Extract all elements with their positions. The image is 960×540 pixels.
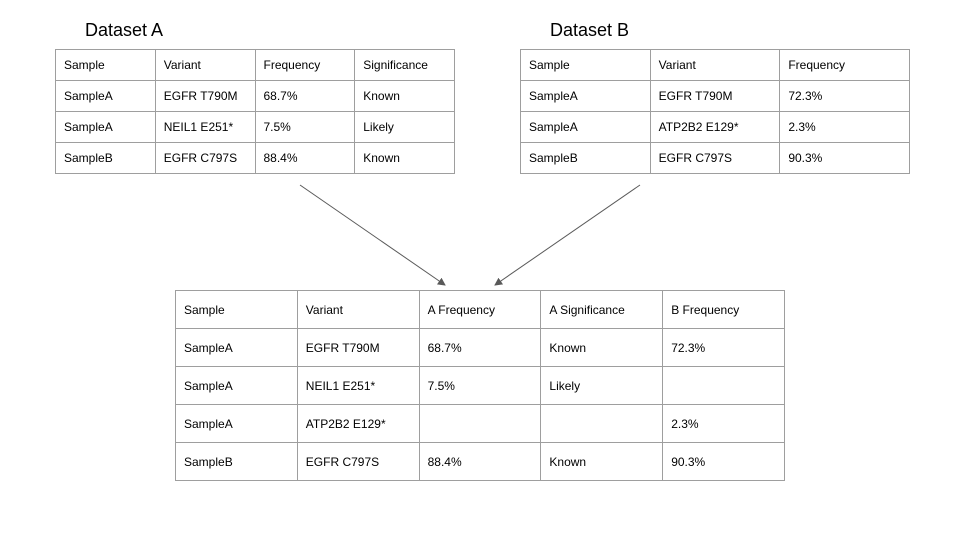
table-row: Sample Variant Frequency (521, 50, 910, 81)
cell: 7.5% (419, 367, 541, 405)
cell: 68.7% (255, 81, 355, 112)
cell: 72.3% (780, 81, 910, 112)
col-header: Variant (297, 291, 419, 329)
cell: Known (355, 143, 455, 174)
table-row: SampleA ATP2B2 E129* 2.3% (176, 405, 785, 443)
col-header: B Frequency (663, 291, 785, 329)
cell: Likely (355, 112, 455, 143)
cell: SampleA (521, 112, 651, 143)
col-header: Frequency (780, 50, 910, 81)
table-row: Sample Variant A Frequency A Significanc… (176, 291, 785, 329)
cell: SampleA (521, 81, 651, 112)
cell: 88.4% (419, 443, 541, 481)
merged-block: Sample Variant A Frequency A Significanc… (175, 290, 785, 481)
cell: EGFR T790M (155, 81, 255, 112)
table-row: SampleA EGFR T790M 72.3% (521, 81, 910, 112)
merged-table: Sample Variant A Frequency A Significanc… (175, 290, 785, 481)
cell: EGFR C797S (650, 143, 780, 174)
table-row: SampleA ATP2B2 E129* 2.3% (521, 112, 910, 143)
cell (663, 367, 785, 405)
table-row: SampleB EGFR C797S 88.4% Known 90.3% (176, 443, 785, 481)
cell: SampleB (56, 143, 156, 174)
table-row: SampleB EGFR C797S 88.4% Known (56, 143, 455, 174)
table-row: SampleB EGFR C797S 90.3% (521, 143, 910, 174)
table-row: Sample Variant Frequency Significance (56, 50, 455, 81)
dataset-b-table: Sample Variant Frequency SampleA EGFR T7… (520, 49, 910, 174)
cell: 2.3% (780, 112, 910, 143)
cell: SampleA (56, 81, 156, 112)
col-header: Sample (521, 50, 651, 81)
cell: ATP2B2 E129* (297, 405, 419, 443)
table-row: SampleA NEIL1 E251* 7.5% Likely (56, 112, 455, 143)
cell (419, 405, 541, 443)
cell: 72.3% (663, 329, 785, 367)
dataset-a-title: Dataset A (85, 20, 455, 41)
cell: EGFR T790M (650, 81, 780, 112)
cell: SampleB (176, 443, 298, 481)
col-header: Significance (355, 50, 455, 81)
cell: 68.7% (419, 329, 541, 367)
cell: EGFR T790M (297, 329, 419, 367)
cell: SampleA (176, 405, 298, 443)
dataset-a-block: Dataset A Sample Variant Frequency Signi… (55, 20, 455, 174)
cell: NEIL1 E251* (297, 367, 419, 405)
table-row: SampleA NEIL1 E251* 7.5% Likely (176, 367, 785, 405)
col-header: Variant (650, 50, 780, 81)
cell: Known (541, 329, 663, 367)
cell: 2.3% (663, 405, 785, 443)
table-row: SampleA EGFR T790M 68.7% Known (56, 81, 455, 112)
cell: 88.4% (255, 143, 355, 174)
cell: 7.5% (255, 112, 355, 143)
dataset-b-title: Dataset B (550, 20, 910, 41)
cell: ATP2B2 E129* (650, 112, 780, 143)
cell: 90.3% (780, 143, 910, 174)
cell: EGFR C797S (155, 143, 255, 174)
col-header: Sample (56, 50, 156, 81)
col-header: A Significance (541, 291, 663, 329)
col-header: Variant (155, 50, 255, 81)
cell: SampleA (176, 367, 298, 405)
cell: SampleB (521, 143, 651, 174)
dataset-a-table: Sample Variant Frequency Significance Sa… (55, 49, 455, 174)
dataset-b-block: Dataset B Sample Variant Frequency Sampl… (520, 20, 910, 174)
cell: 90.3% (663, 443, 785, 481)
col-header: Sample (176, 291, 298, 329)
col-header: A Frequency (419, 291, 541, 329)
col-header: Frequency (255, 50, 355, 81)
cell: EGFR C797S (297, 443, 419, 481)
cell (541, 405, 663, 443)
cell: SampleA (56, 112, 156, 143)
table-row: SampleA EGFR T790M 68.7% Known 72.3% (176, 329, 785, 367)
cell: NEIL1 E251* (155, 112, 255, 143)
cell: Likely (541, 367, 663, 405)
cell: SampleA (176, 329, 298, 367)
cell: Known (541, 443, 663, 481)
cell: Known (355, 81, 455, 112)
